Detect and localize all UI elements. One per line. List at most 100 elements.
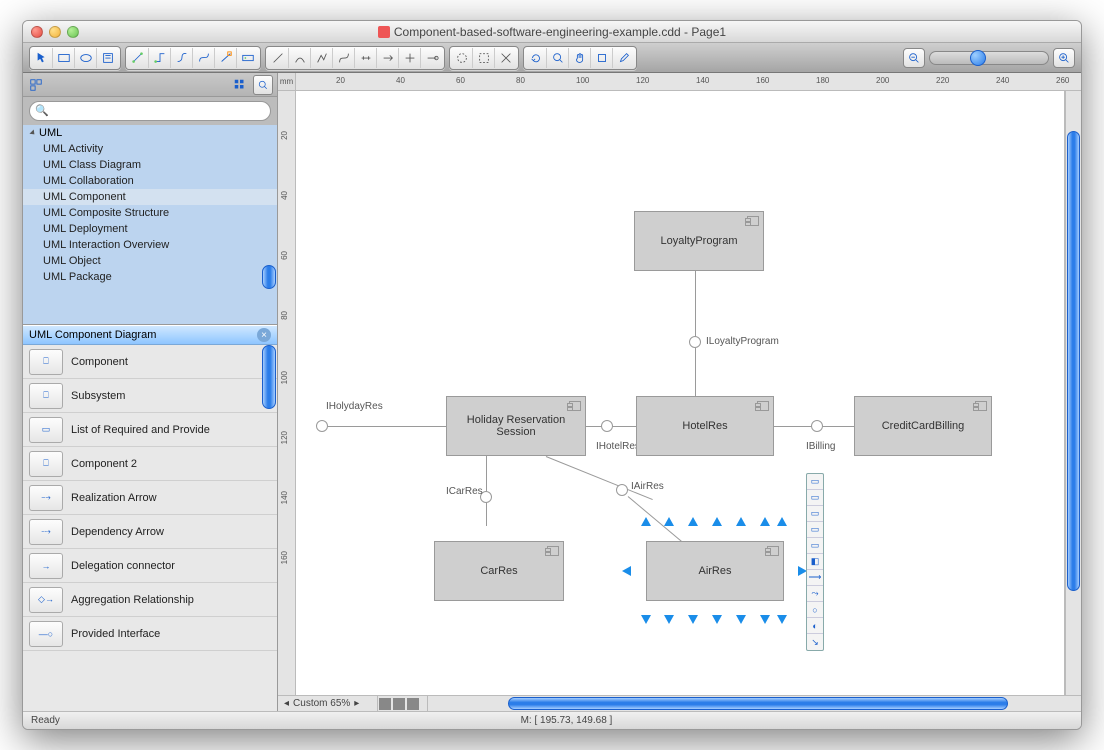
eyedropper-tool[interactable] (613, 48, 635, 68)
tree-item[interactable]: UML Interaction Overview (23, 237, 277, 253)
hand-tool[interactable] (569, 48, 591, 68)
tree-item[interactable]: UML Class Diagram (23, 157, 277, 173)
vertical-ruler[interactable]: 20 40 60 80 100 120 140 160 (278, 91, 296, 695)
zoom-tool[interactable] (547, 48, 569, 68)
align-tool-1[interactable] (451, 48, 473, 68)
stencil-item[interactable]: ⎕Component (23, 345, 277, 379)
align-tool-2[interactable] (473, 48, 495, 68)
tree-item[interactable]: UML Object (23, 253, 277, 269)
tree-scrollbar[interactable] (262, 125, 276, 324)
connector-tool-5[interactable] (215, 48, 237, 68)
stencil-item[interactable]: ▭List of Required and Provide (23, 413, 277, 447)
connector[interactable] (328, 426, 446, 427)
tree-item[interactable]: UML Composite Structure (23, 205, 277, 221)
smart-btn[interactable]: ▭ (807, 538, 823, 554)
connector-tool-2[interactable] (149, 48, 171, 68)
close-stencil-icon[interactable]: × (257, 328, 271, 342)
stencil-item[interactable]: ⎕Component 2 (23, 447, 277, 481)
zoom-out-button[interactable] (903, 48, 925, 68)
tree-root[interactable]: UML (23, 125, 277, 141)
zoom-slider-knob[interactable] (970, 50, 986, 66)
connector-tool-3[interactable] (171, 48, 193, 68)
smart-btn[interactable]: ▭ (807, 506, 823, 522)
sidebar: 🔍 UML UML Activity UML Class Diagram UML… (23, 73, 278, 711)
tree-item[interactable]: UML Deployment (23, 221, 277, 237)
horizontal-scrollbar[interactable] (428, 696, 1065, 711)
interface-lollipop[interactable] (601, 420, 613, 432)
pointer-tool[interactable] (31, 48, 53, 68)
align-tool-3[interactable] (495, 48, 517, 68)
zoom-level-display[interactable]: ◂ Custom 65% ▸ (278, 696, 378, 711)
library-view-icon[interactable] (27, 76, 45, 94)
component-icon (975, 401, 987, 411)
vertical-scrollbar[interactable] (1065, 91, 1081, 695)
interface-lollipop[interactable] (316, 420, 328, 432)
line-tool-7[interactable] (399, 48, 421, 68)
interface-lollipop[interactable] (689, 336, 701, 348)
tree-item[interactable]: UML Collaboration (23, 173, 277, 189)
line-tool-5[interactable] (355, 48, 377, 68)
line-tool-2[interactable] (289, 48, 311, 68)
selection-handles (646, 541, 784, 601)
component-credit[interactable]: CreditCardBilling (854, 396, 992, 456)
tree-item-selected[interactable]: UML Component (23, 189, 277, 205)
interface-lollipop[interactable] (811, 420, 823, 432)
connector-tool-1[interactable] (127, 48, 149, 68)
drawing-canvas[interactable]: ILoyaltyProgram IHolydayRes IHotelRes IB… (296, 91, 1065, 695)
stencil-scrollbar[interactable] (262, 345, 276, 711)
connector[interactable] (546, 456, 653, 500)
smart-btn[interactable]: ◧ (807, 554, 823, 570)
sidebar-search-button[interactable] (253, 75, 273, 95)
stencil-header[interactable]: UML Component Diagram × (23, 325, 277, 345)
smart-btn[interactable]: ○ (807, 602, 823, 618)
ellipse-tool[interactable] (75, 48, 97, 68)
tree-scroll-thumb[interactable] (262, 265, 276, 289)
vertical-scroll-thumb[interactable] (1067, 131, 1080, 591)
line-tool-6[interactable] (377, 48, 399, 68)
library-search-input[interactable] (29, 101, 271, 121)
stencil-scroll-thumb[interactable] (262, 345, 276, 409)
stencil-item[interactable]: ◇→Aggregation Relationship (23, 583, 277, 617)
horizontal-scroll-thumb[interactable] (508, 697, 1008, 710)
refresh-tool[interactable] (525, 48, 547, 68)
connector-tool-6[interactable] (237, 48, 259, 68)
component-loyalty[interactable]: LoyaltyProgram (634, 211, 764, 271)
smart-btn[interactable]: ▭ (807, 522, 823, 538)
line-tool-1[interactable] (267, 48, 289, 68)
smart-btn[interactable]: ⤳ (807, 586, 823, 602)
text-tool[interactable] (97, 48, 119, 68)
stencil-item[interactable]: —○Provided Interface (23, 617, 277, 651)
line-tool-3[interactable] (311, 48, 333, 68)
connector[interactable] (695, 271, 696, 346)
stencil-item[interactable]: ⎕Subsystem (23, 379, 277, 413)
page-tabs[interactable] (378, 696, 428, 711)
library-tree[interactable]: UML UML Activity UML Class Diagram UML C… (23, 125, 277, 325)
rect-tool[interactable] (53, 48, 75, 68)
tree-item[interactable]: UML Package (23, 269, 277, 285)
smart-btn[interactable]: ▭ (807, 474, 823, 490)
smart-btn[interactable]: ▭ (807, 490, 823, 506)
stencil-item[interactable]: ⤏Dependency Arrow (23, 515, 277, 549)
smart-btn[interactable]: ↘ (807, 634, 823, 650)
smart-btn[interactable]: ⟶ (807, 570, 823, 586)
stencil-item[interactable]: →Delegation connector (23, 549, 277, 583)
component-shape-icon: ⎕ (29, 349, 63, 375)
component-icon (747, 216, 759, 226)
line-tool-4[interactable] (333, 48, 355, 68)
zoom-in-button[interactable] (1053, 48, 1075, 68)
grid-view-icon[interactable] (231, 76, 249, 94)
smart-btn[interactable]: ◐ (807, 618, 823, 634)
connector-tool-4[interactable] (193, 48, 215, 68)
tree-item[interactable]: UML Activity (23, 141, 277, 157)
zoom-slider[interactable] (929, 51, 1049, 65)
horizontal-ruler[interactable]: 20 40 60 80 100 120 140 160 180 200 220 … (296, 73, 1081, 91)
connector[interactable] (695, 348, 696, 398)
component-car[interactable]: CarRes (434, 541, 564, 601)
window-title: Component-based-software-engineering-exa… (394, 25, 726, 39)
interface-lollipop[interactable] (616, 484, 628, 496)
crop-tool[interactable] (591, 48, 613, 68)
line-tool-8[interactable] (421, 48, 443, 68)
component-hotel[interactable]: HotelRes (636, 396, 774, 456)
component-holiday[interactable]: Holiday Reservation Session (446, 396, 586, 456)
stencil-item[interactable]: ⤍Realization Arrow (23, 481, 277, 515)
